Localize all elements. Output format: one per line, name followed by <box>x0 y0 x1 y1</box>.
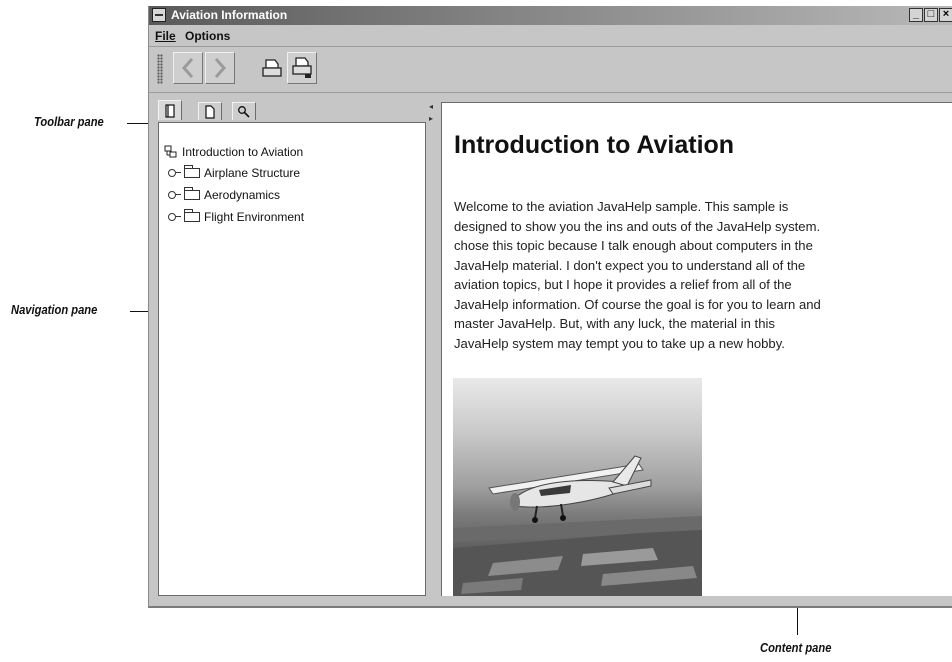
content-line: Welcome to the aviation JavaHelp sample.… <box>454 199 789 214</box>
split-divider[interactable]: ◂ ▸ <box>428 102 438 596</box>
airplane-image <box>453 455 702 596</box>
tree-item-folder[interactable]: Airplane Structure <box>168 165 300 181</box>
folder-icon <box>184 187 200 200</box>
page-setup-button[interactable] <box>287 52 317 84</box>
title-bar[interactable]: Aviation Information _ □ × <box>149 6 952 25</box>
toc-icon <box>165 103 175 118</box>
content-line: JavaHelp material. I don't expect you to… <box>454 257 806 273</box>
menu-file[interactable]: File <box>155 29 176 43</box>
tab-index[interactable] <box>198 102 222 120</box>
collapse-right-icon[interactable]: ▸ <box>429 114 433 123</box>
callout-navigation-pane: Navigation pane <box>11 302 98 317</box>
maximize-button[interactable]: □ <box>924 8 938 22</box>
expand-icon[interactable] <box>168 212 181 222</box>
content-line: designed to show you the ins and outs of… <box>454 218 821 234</box>
content-pane: Introduction to Aviation Welcome to the … <box>441 102 952 596</box>
close-button[interactable]: × <box>939 8 952 22</box>
toolbar-grip-icon[interactable] <box>157 54 163 84</box>
tree-item-label: Airplane Structure <box>204 166 301 180</box>
tab-table-of-contents[interactable] <box>158 100 182 120</box>
content-line: master JavaHelp. But, with any luck, the… <box>454 316 775 331</box>
tree-item-label: Flight Environment <box>204 210 305 224</box>
toolbar <box>149 48 952 93</box>
forward-button[interactable] <box>205 52 235 84</box>
print-icon <box>262 59 282 77</box>
content-line: JavaHelp system may tempt you to take up… <box>454 335 785 351</box>
minimize-button[interactable]: _ <box>909 8 923 22</box>
collapse-left-icon[interactable]: ◂ <box>429 102 433 111</box>
forward-arrow-icon <box>214 58 227 78</box>
navigation-pane: Introduction to Aviation Airplane Struct… <box>158 122 426 596</box>
javahelp-window: Aviation Information _ □ × File Options <box>148 6 952 608</box>
airplane-photo <box>453 378 702 596</box>
search-icon <box>238 105 250 118</box>
menu-options[interactable]: Options <box>185 29 230 43</box>
expand-icon[interactable] <box>168 190 181 200</box>
tree-item-folder[interactable]: Flight Environment <box>168 209 304 225</box>
content-body: Welcome to the aviation JavaHelp sample.… <box>454 197 946 353</box>
app-icon <box>152 8 166 22</box>
menu-bar: File Options <box>149 26 952 47</box>
back-arrow-icon <box>181 58 194 78</box>
content-title: Introduction to Aviation <box>454 131 735 159</box>
folder-icon <box>184 165 200 178</box>
callout-content-pane: Content pane <box>760 640 832 655</box>
tree-item-label: Introduction to Aviation <box>182 145 304 159</box>
expand-icon[interactable] <box>168 168 181 178</box>
content-line: aviation topics, but I hope it provides … <box>454 277 792 292</box>
tree-item-folder[interactable]: Aerodynamics <box>168 187 280 203</box>
print-button[interactable] <box>257 52 287 84</box>
index-icon <box>205 104 215 119</box>
page-setup-icon <box>292 57 312 78</box>
tree-item-root[interactable]: Introduction to Aviation <box>164 144 303 160</box>
tab-search[interactable] <box>232 102 256 120</box>
window-controls: _ □ × <box>909 8 952 22</box>
callout-toolbar-pane: Toolbar pane <box>34 114 104 129</box>
content-line: JavaHelp information. Of course the goal… <box>454 296 821 312</box>
topic-icon <box>164 145 177 158</box>
folder-icon <box>184 209 200 222</box>
back-button[interactable] <box>173 52 203 84</box>
tree-item-label: Aerodynamics <box>204 188 281 202</box>
content-line: chose this topic because I talk enough a… <box>454 238 813 253</box>
window-title: Aviation Information <box>171 8 288 22</box>
